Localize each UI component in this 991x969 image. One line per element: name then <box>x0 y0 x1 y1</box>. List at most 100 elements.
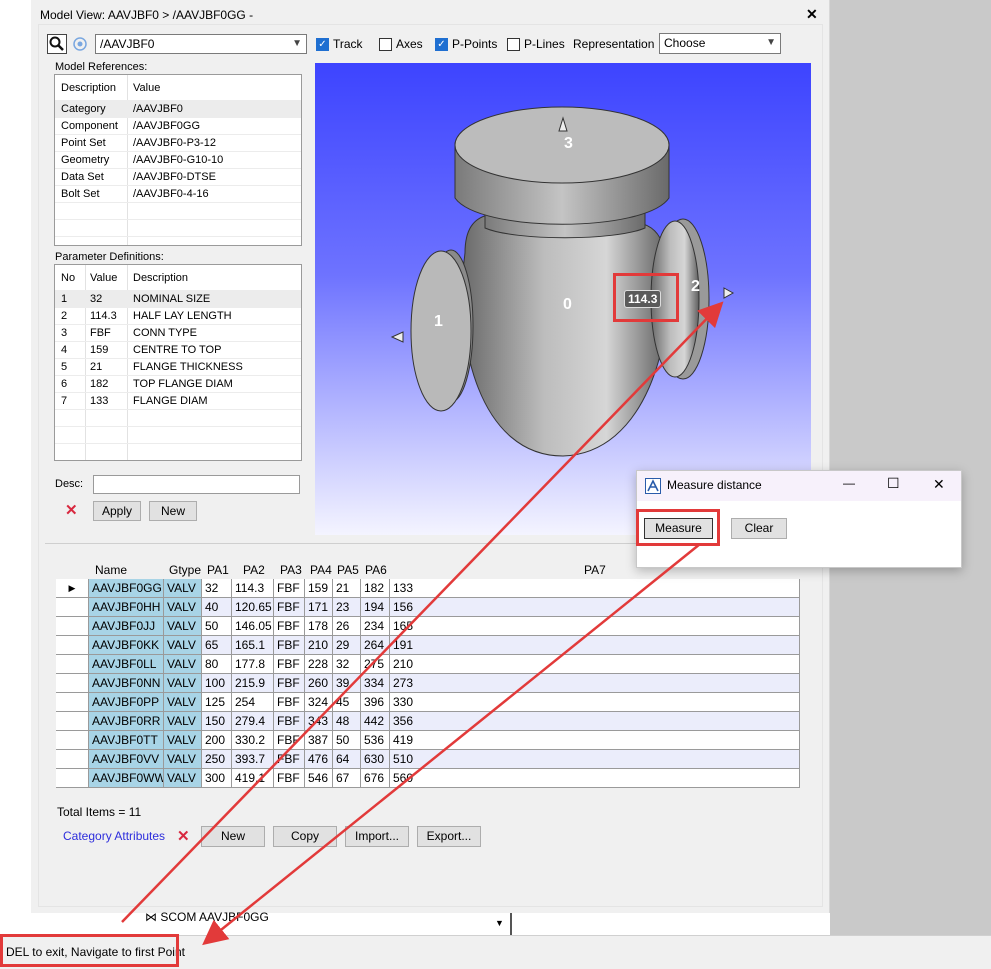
table-cell-pa2[interactable]: 146.05 <box>232 617 274 635</box>
column-header[interactable]: Name <box>95 560 127 580</box>
table-cell-pa5[interactable]: 39 <box>333 674 361 692</box>
list-item[interactable]: 5 21 FLANGE THICKNESS <box>55 359 301 376</box>
table-cell-gtype[interactable]: VALV <box>164 579 202 597</box>
table-cell-pa6[interactable]: 334 <box>361 674 390 692</box>
table-cell-pa4[interactable]: 228 <box>305 655 333 673</box>
table-row[interactable]: AAVJBF0RR VALV 150 279.4 FBF 343 48 442 356 <box>56 712 800 731</box>
row-selector[interactable] <box>56 731 89 749</box>
import-button[interactable]: Import... <box>345 826 409 847</box>
table-row[interactable]: AAVJBF0VV VALV 250 393.7 FBF 476 64 630 510 <box>56 750 800 769</box>
table-cell-pa3[interactable]: FBF <box>274 750 305 768</box>
table-cell-pa6[interactable]: 182 <box>361 579 390 597</box>
table-cell-gtype[interactable]: VALV <box>164 712 202 730</box>
table-cell-pa1[interactable]: 250 <box>202 750 232 768</box>
table-cell-pa7[interactable]: 330 <box>390 693 800 711</box>
table-cell-pa6[interactable]: 194 <box>361 598 390 616</box>
table-cell-pa3[interactable]: FBF <box>274 712 305 730</box>
row-selector[interactable] <box>56 712 89 730</box>
table-row[interactable]: AAVJBF0WW VALV 300 419.1 FBF 546 67 676 560 <box>56 769 800 788</box>
table-cell-pa1[interactable]: 100 <box>202 674 232 692</box>
table-cell-name[interactable]: AAVJBF0VV <box>89 750 164 768</box>
table-cell-pa1[interactable]: 80 <box>202 655 232 673</box>
table-cell-gtype[interactable]: VALV <box>164 693 202 711</box>
table-cell-pa3[interactable]: FBF <box>274 655 305 673</box>
table-row[interactable]: AAVJBF0JJ VALV 50 146.05 FBF 178 26 234 165 <box>56 617 800 636</box>
table-cell-pa4[interactable]: 387 <box>305 731 333 749</box>
table-cell-name[interactable]: AAVJBF0PP <box>89 693 164 711</box>
table-cell-pa2[interactable]: 393.7 <box>232 750 274 768</box>
table-cell-pa4[interactable]: 159 <box>305 579 333 597</box>
representation-dropdown[interactable]: Choose ▼ <box>659 33 781 54</box>
table-cell-gtype[interactable]: VALV <box>164 598 202 616</box>
table-cell-pa3[interactable]: FBF <box>274 731 305 749</box>
list-item[interactable]: 1 32 NOMINAL SIZE <box>55 291 301 308</box>
table-cell-pa2[interactable]: 330.2 <box>232 731 274 749</box>
delete-icon[interactable]: ✕ <box>65 501 78 519</box>
table-cell-pa2[interactable]: 279.4 <box>232 712 274 730</box>
column-header[interactable]: PA2 <box>243 560 265 580</box>
table-cell-pa5[interactable]: 67 <box>333 769 361 787</box>
column-header[interactable]: PA1 <box>207 560 229 580</box>
column-header[interactable]: PA3 <box>280 560 302 580</box>
table-row[interactable]: AAVJBF0NN VALV 100 215.9 FBF 260 39 334 273 <box>56 674 800 693</box>
column-header[interactable]: Value <box>133 79 160 97</box>
table-row[interactable]: AAVJBF0TT VALV 200 330.2 FBF 387 50 536 419 <box>56 731 800 750</box>
row-selector-icon[interactable]: ▶ <box>56 579 89 597</box>
column-header[interactable]: PA4 <box>310 560 332 580</box>
column-header[interactable]: Value <box>90 269 117 287</box>
list-item[interactable]: Component /AAVJBF0GG <box>55 118 301 135</box>
clear-button[interactable]: Clear <box>731 518 787 539</box>
list-item[interactable]: 3 FBF CONN TYPE <box>55 325 301 342</box>
chevron-down-icon[interactable]: ▼ <box>495 918 504 928</box>
table-cell-pa6[interactable]: 630 <box>361 750 390 768</box>
table-cell-pa3[interactable]: FBF <box>274 693 305 711</box>
table-cell-gtype[interactable]: VALV <box>164 769 202 787</box>
table-cell-pa4[interactable]: 343 <box>305 712 333 730</box>
row-selector[interactable] <box>56 769 89 787</box>
table-cell-gtype[interactable]: VALV <box>164 750 202 768</box>
table-cell-pa4[interactable]: 178 <box>305 617 333 635</box>
table-cell-pa7[interactable]: 156 <box>390 598 800 616</box>
table-cell-pa5[interactable]: 64 <box>333 750 361 768</box>
list-item[interactable]: Bolt Set /AAVJBF0-4-16 <box>55 186 301 203</box>
table-cell-pa4[interactable]: 171 <box>305 598 333 616</box>
table-cell-pa7[interactable]: 560 <box>390 769 800 787</box>
table-cell-gtype[interactable]: VALV <box>164 655 202 673</box>
list-item[interactable]: Point Set /AAVJBF0-P3-12 <box>55 135 301 152</box>
apply-button[interactable]: Apply <box>93 501 141 521</box>
list-item[interactable]: Category /AAVJBF0 <box>55 101 301 118</box>
list-item[interactable]: 6 182 TOP FLANGE DIAM <box>55 376 301 393</box>
row-selector[interactable] <box>56 750 89 768</box>
table-cell-pa7[interactable]: 419 <box>390 731 800 749</box>
table-cell-name[interactable]: AAVJBF0LL <box>89 655 164 673</box>
table-row[interactable]: AAVJBF0LL VALV 80 177.8 FBF 228 32 275 210 <box>56 655 800 674</box>
list-item[interactable]: Geometry /AAVJBF0-G10-10 <box>55 152 301 169</box>
copy-button[interactable]: Copy <box>273 826 337 847</box>
table-cell-pa5[interactable]: 48 <box>333 712 361 730</box>
row-selector[interactable] <box>56 674 89 692</box>
table-cell-pa3[interactable]: FBF <box>274 617 305 635</box>
minimize-icon[interactable]: — <box>843 476 855 490</box>
plines-checkbox[interactable] <box>507 38 520 51</box>
table-cell-pa1[interactable]: 50 <box>202 617 232 635</box>
column-header[interactable]: Gtype <box>169 560 201 580</box>
table-cell-gtype[interactable]: VALV <box>164 674 202 692</box>
path-dropdown[interactable]: /AAVJBF0 ▼ <box>95 34 307 54</box>
table-cell-pa1[interactable]: 40 <box>202 598 232 616</box>
list-item[interactable]: 7 133 FLANGE DIAM <box>55 393 301 410</box>
table-cell-pa2[interactable]: 114.3 <box>232 579 274 597</box>
row-selector[interactable] <box>56 598 89 616</box>
table-cell-pa6[interactable]: 676 <box>361 769 390 787</box>
track-checkbox[interactable]: ✓ <box>316 38 329 51</box>
table-cell-name[interactable]: AAVJBF0JJ <box>89 617 164 635</box>
3d-viewport[interactable]: 3 0 1 2 114.3 <box>315 63 811 535</box>
table-cell-pa3[interactable]: FBF <box>274 579 305 597</box>
table-cell-pa6[interactable]: 264 <box>361 636 390 654</box>
export-button[interactable]: Export... <box>417 826 481 847</box>
table-cell-gtype[interactable]: VALV <box>164 731 202 749</box>
table-cell-pa7[interactable]: 273 <box>390 674 800 692</box>
desc-input[interactable] <box>93 475 300 494</box>
table-cell-pa7[interactable]: 165 <box>390 617 800 635</box>
table-cell-pa2[interactable]: 165.1 <box>232 636 274 654</box>
column-header[interactable]: PA7 <box>584 560 606 580</box>
